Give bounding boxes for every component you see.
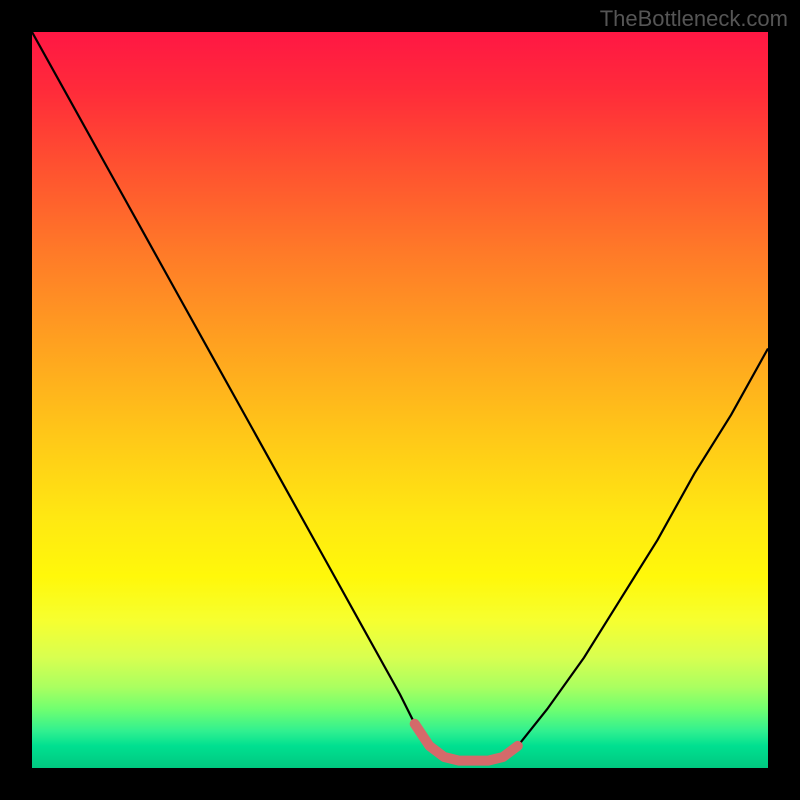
bottleneck-curve-path: [32, 32, 768, 761]
optimal-segment-path: [415, 724, 518, 761]
watermark-text: TheBottleneck.com: [600, 6, 788, 32]
chart-svg: [32, 32, 768, 768]
bottleneck-chart: [32, 32, 768, 768]
